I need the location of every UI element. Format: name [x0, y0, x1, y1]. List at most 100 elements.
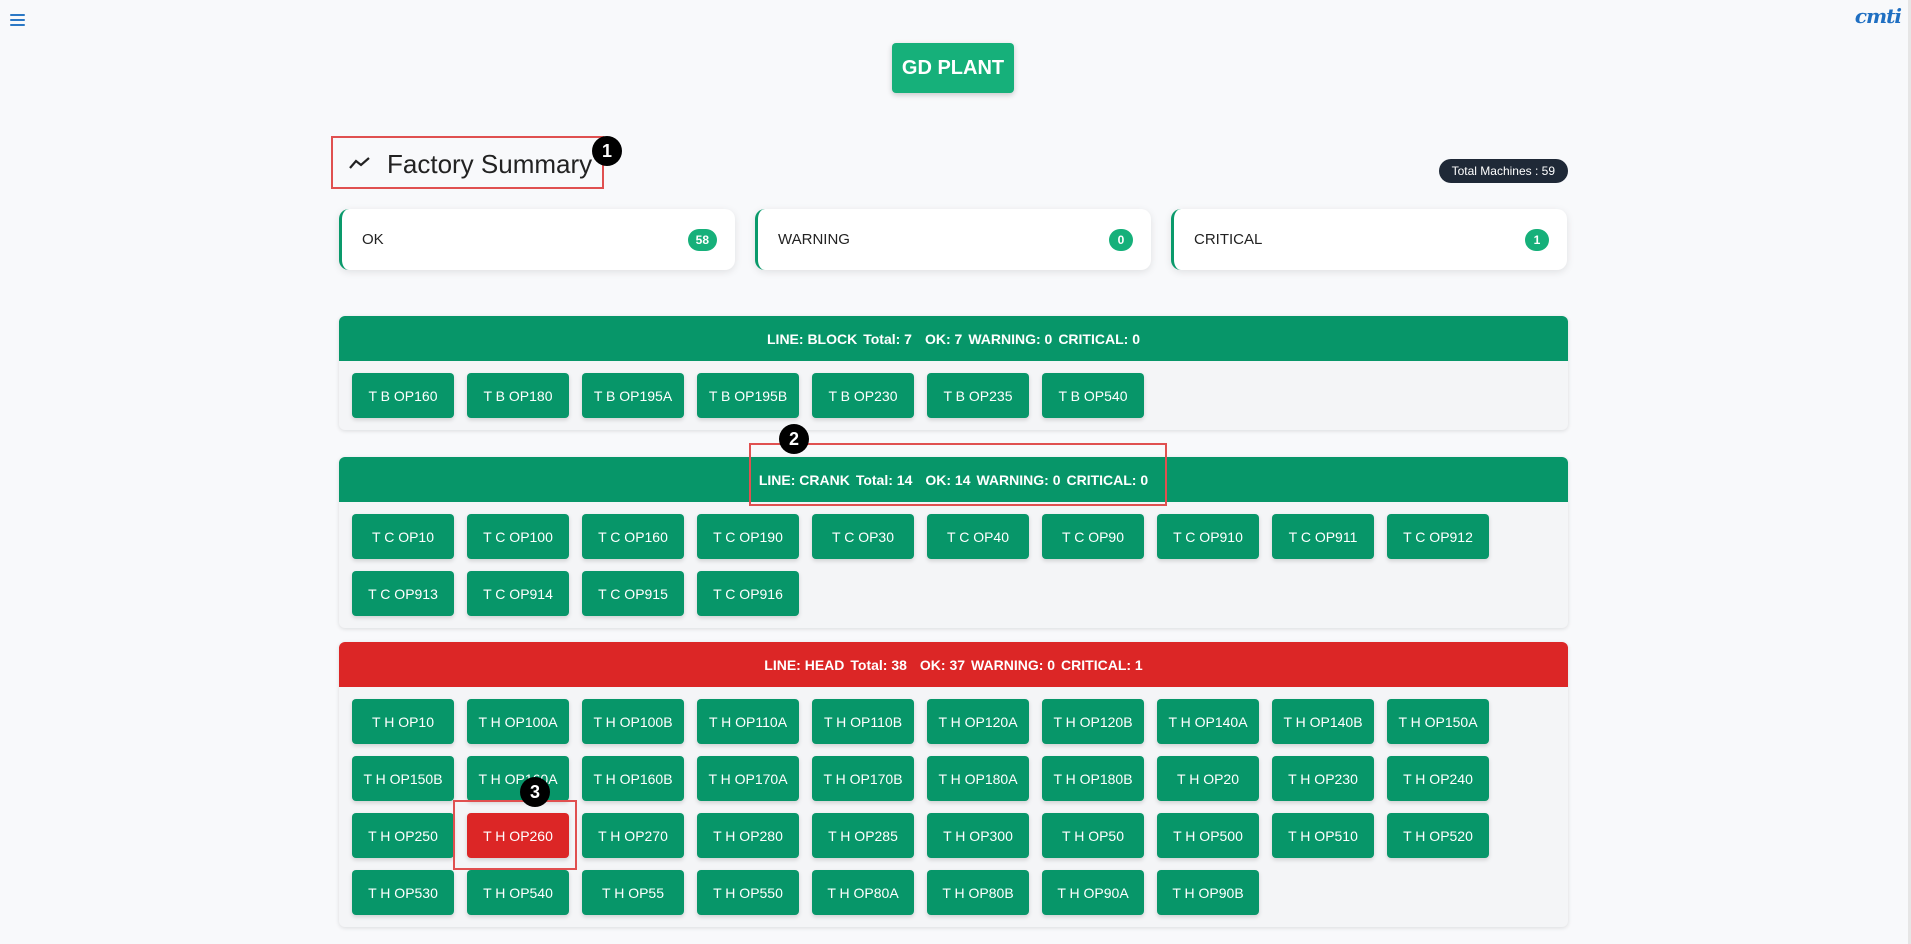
machine-button[interactable]: T H OP180A — [927, 756, 1029, 801]
machine-button[interactable]: T C OP915 — [582, 571, 684, 616]
line-critical-count: CRITICAL: 1 — [1061, 656, 1143, 673]
machine-button[interactable]: T C OP190 — [697, 514, 799, 559]
machine-button[interactable]: T H OP55 — [582, 870, 684, 915]
status-count-badge: 1 — [1525, 228, 1549, 251]
machine-button[interactable]: T H OP160A — [467, 756, 569, 801]
machine-button[interactable]: T H OP100B — [582, 699, 684, 744]
machine-button[interactable]: T H OP230 — [1272, 756, 1374, 801]
factory-summary-title: Factory Summary — [387, 149, 593, 179]
machine-button[interactable]: T H OP120B — [1042, 699, 1144, 744]
machine-button[interactable]: T H OP140A — [1157, 699, 1259, 744]
machine-button[interactable]: T H OP170A — [697, 756, 799, 801]
machine-button[interactable]: T H OP530 — [352, 870, 454, 915]
machine-button[interactable]: T H OP140B — [1272, 699, 1374, 744]
machine-button[interactable]: T C OP916 — [697, 571, 799, 616]
machine-grid: T H OP10 T H OP100A T H OP100B T H OP110A T … — [339, 687, 1568, 927]
machine-button[interactable]: T H OP500 — [1157, 813, 1259, 858]
status-count-badge: 0 — [1109, 228, 1133, 251]
machine-button[interactable]: T H OP150B — [352, 756, 454, 801]
line-header-crank: LINE: CRANK Total: 14 OK: 14 WARNING: 0 … — [339, 457, 1568, 502]
machine-button[interactable]: T H OP100A — [467, 699, 569, 744]
line-ok-count: OK: 37 — [919, 656, 966, 673]
machine-button[interactable]: T H OP540 — [467, 870, 569, 915]
line-ok-count: OK: 14 — [925, 471, 971, 488]
machine-button[interactable]: T H OP170B — [812, 756, 914, 801]
line-warning-count: WARNING: 0 — [971, 656, 1056, 673]
machine-button[interactable]: T H OP260 — [467, 813, 569, 858]
machine-button[interactable]: T H OP50 — [1042, 813, 1144, 858]
line-header-head: LINE: HEAD Total: 38 OK: 37 WARNING: 0 C… — [339, 642, 1568, 687]
line-panel-block: LINE: BLOCK Total: 7 OK: 7 WARNING: 0 CR… — [339, 316, 1568, 430]
machine-button[interactable]: T C OP10 — [352, 514, 454, 559]
machine-button[interactable]: T H OP285 — [812, 813, 914, 858]
annotation-marker-3: 3 — [520, 777, 550, 807]
hamburger-menu-icon[interactable] — [10, 14, 25, 27]
machine-button[interactable]: T C OP913 — [352, 571, 454, 616]
line-warning-count: WARNING: 0 — [976, 471, 1061, 488]
line-total: Total: 14 — [855, 471, 913, 488]
status-card-label: CRITICAL — [1194, 231, 1263, 248]
machine-button[interactable]: T B OP160 — [352, 373, 454, 418]
machine-button[interactable]: T H OP90B — [1157, 870, 1259, 915]
machine-button[interactable]: T H OP510 — [1272, 813, 1374, 858]
machine-button[interactable]: T H OP80A — [812, 870, 914, 915]
machine-button[interactable]: T C OP910 — [1157, 514, 1259, 559]
factory-summary-heading: Factory Summary — [331, 136, 604, 189]
line-name: LINE: BLOCK — [767, 330, 858, 347]
machine-button[interactable]: T C OP914 — [467, 571, 569, 616]
line-warning-count: WARNING: 0 — [968, 330, 1053, 347]
line-panel-crank: LINE: CRANK Total: 14 OK: 14 WARNING: 0 … — [339, 457, 1568, 628]
machine-button[interactable]: T H OP110B — [812, 699, 914, 744]
machine-grid: T C OP10 T C OP100 T C OP160 T C OP190 T C O… — [339, 502, 1568, 628]
machine-grid: T B OP160 T B OP180 T B OP195A T B OP195B T … — [339, 361, 1568, 430]
annotation-marker-1: 1 — [592, 136, 622, 166]
line-name: LINE: CRANK — [758, 471, 850, 488]
machine-button[interactable]: T H OP120A — [927, 699, 1029, 744]
machine-button[interactable]: T H OP80B — [927, 870, 1029, 915]
machine-button[interactable]: T H OP110A — [697, 699, 799, 744]
machine-button[interactable]: T C OP90 — [1042, 514, 1144, 559]
status-card-ok[interactable]: OK 58 — [339, 209, 735, 270]
machine-button[interactable]: T H OP240 — [1387, 756, 1489, 801]
status-card-label: OK — [362, 231, 384, 248]
machine-button[interactable]: T H OP160B — [582, 756, 684, 801]
line-header-block: LINE: BLOCK Total: 7 OK: 7 WARNING: 0 CR… — [339, 316, 1568, 361]
machine-button[interactable]: T H OP550 — [697, 870, 799, 915]
line-total: Total: 38 — [850, 656, 907, 673]
machine-button[interactable]: T H OP90A — [1042, 870, 1144, 915]
status-card-label: WARNING — [778, 231, 850, 248]
machine-button[interactable]: T B OP230 — [812, 373, 914, 418]
machine-button[interactable]: T H OP270 — [582, 813, 684, 858]
machine-button[interactable]: T B OP540 — [1042, 373, 1144, 418]
line-total: Total: 7 — [863, 330, 912, 347]
machine-button[interactable]: T H OP150A — [1387, 699, 1489, 744]
line-ok-count: OK: 7 — [924, 330, 963, 347]
machine-button[interactable]: T C OP160 — [582, 514, 684, 559]
machine-button[interactable]: T H OP300 — [927, 813, 1029, 858]
machine-button[interactable]: T C OP30 — [812, 514, 914, 559]
line-critical-count: CRITICAL: 0 — [1066, 471, 1149, 488]
status-count-badge: 58 — [687, 228, 717, 251]
machine-button[interactable]: T C OP100 — [467, 514, 569, 559]
machine-button[interactable]: T B OP195B — [697, 373, 799, 418]
machine-button[interactable]: T C OP912 — [1387, 514, 1489, 559]
machine-button[interactable]: T H OP180B — [1042, 756, 1144, 801]
machine-button[interactable]: T C OP40 — [927, 514, 1029, 559]
brand-logo: cmti — [1854, 4, 1902, 28]
status-card-warning[interactable]: WARNING 0 — [755, 209, 1151, 270]
plant-button[interactable]: GD PLANT — [892, 43, 1014, 93]
machine-button[interactable]: T C OP911 — [1272, 514, 1374, 559]
machine-button[interactable]: T B OP235 — [927, 373, 1029, 418]
machine-button[interactable]: T B OP180 — [467, 373, 569, 418]
machine-button[interactable]: T H OP280 — [697, 813, 799, 858]
line-critical-count: CRITICAL: 0 — [1058, 330, 1140, 347]
machine-button[interactable]: T H OP250 — [352, 813, 454, 858]
machine-button[interactable]: T B OP195A — [582, 373, 684, 418]
line-name: LINE: HEAD — [764, 656, 845, 673]
total-machines-badge: Total Machines : 59 — [1438, 159, 1568, 183]
machine-button[interactable]: T H OP520 — [1387, 813, 1489, 858]
status-card-critical[interactable]: CRITICAL 1 — [1171, 209, 1567, 270]
machine-button[interactable]: T H OP20 — [1157, 756, 1259, 801]
annotation-marker-2: 2 — [779, 424, 809, 454]
machine-button[interactable]: T H OP10 — [352, 699, 454, 744]
